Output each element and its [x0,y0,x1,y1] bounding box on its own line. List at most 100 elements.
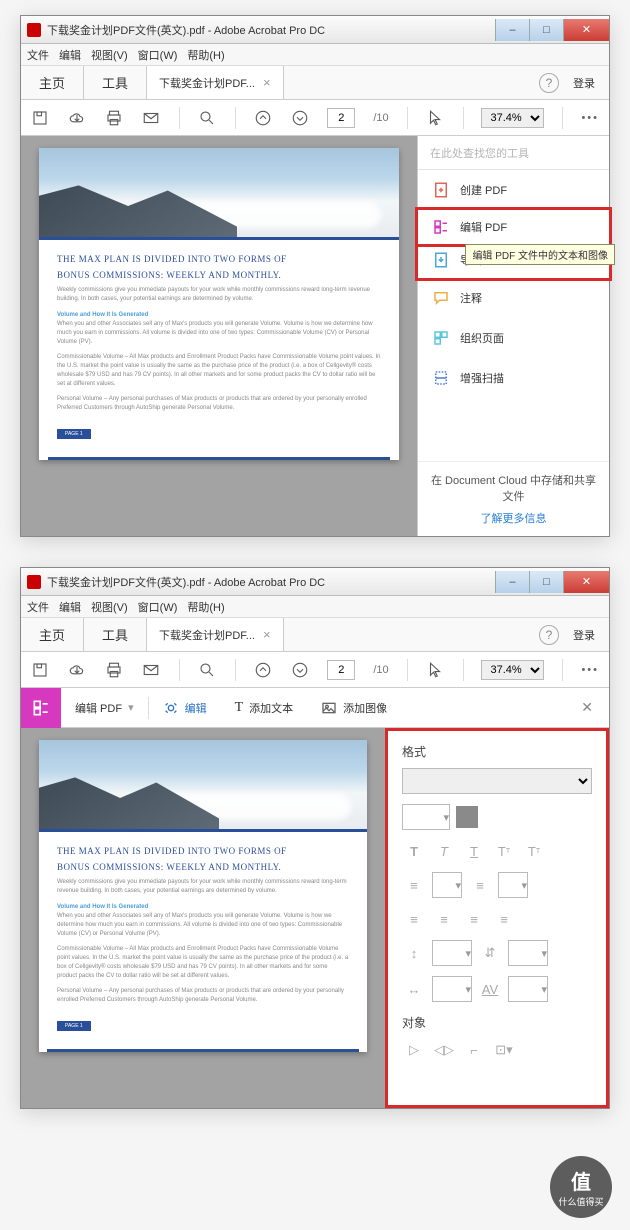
menu-edit[interactable]: 编辑 [59,47,81,63]
tool-comment[interactable]: 注释 [418,278,609,318]
page-number-input[interactable] [327,108,355,128]
watermark-text: 什么值得买 [558,1195,603,1208]
menu-window[interactable]: 窗口(W) [138,599,178,615]
app-icon [27,575,41,589]
maximize-button[interactable]: □ [529,19,563,41]
align-center-icon[interactable]: ≡ [432,908,456,930]
maximize-button[interactable]: □ [529,571,563,593]
pointer-icon[interactable] [426,660,445,680]
zoom-select[interactable]: 37.4% [481,108,544,128]
save-icon[interactable] [31,108,50,128]
subscript-icon[interactable]: TT [522,840,546,862]
align-right-icon[interactable]: ≡ [462,908,486,930]
page-down-icon[interactable] [290,108,309,128]
tool-organize-label: 组织页面 [460,330,504,346]
format-heading: 格式 [402,743,592,760]
char-spacing-icon[interactable]: AV [478,978,502,1000]
edit-pdf-title[interactable]: 编辑 PDF ▾ [61,688,148,727]
pointer-icon[interactable] [426,108,445,128]
bullet-list-icon[interactable]: ≡ [402,874,426,896]
tab-close-icon[interactable]: × [263,627,271,642]
line-spacing-icon[interactable]: ↕ [402,942,426,964]
print-icon[interactable] [105,660,124,680]
minimize-button[interactable]: – [495,19,529,41]
add-image-button[interactable]: 添加图像 [307,688,401,727]
menu-file[interactable]: 文件 [27,599,49,615]
tab-tools[interactable]: 工具 [84,66,147,99]
mail-icon[interactable] [142,660,161,680]
cloud-learn-more[interactable]: 了解更多信息 [426,510,601,526]
document-viewport[interactable]: THE MAX PLAN IS DIVIDED INTO TWO FORMS O… [21,136,417,536]
font-family-select[interactable] [402,768,592,794]
tab-document[interactable]: 下载奖金计划PDF... × [147,618,284,651]
tab-close-icon[interactable]: × [263,75,271,90]
mail-icon[interactable] [142,108,161,128]
flip-horizontal-icon[interactable]: ◁▷ [432,1039,456,1061]
help-icon[interactable]: ? [539,73,559,93]
font-size-select[interactable]: ▾ [402,804,450,830]
number-list-select[interactable]: ▾ [498,872,528,898]
horizontal-scale-select[interactable]: ▾ [432,976,472,1002]
tab-home[interactable]: 主页 [21,66,84,99]
number-list-icon[interactable]: ≡ [468,874,492,896]
more-tools-icon[interactable]: ••• [581,112,599,124]
paragraph-spacing-icon[interactable]: ⇵ [478,942,502,964]
close-edit-toolbar[interactable]: ✕ [565,699,609,716]
menu-window[interactable]: 窗口(W) [138,47,178,63]
page-number-input[interactable] [327,660,355,680]
more-tools-icon[interactable]: ••• [581,664,599,676]
login-link[interactable]: 登录 [573,75,595,91]
app-icon [27,23,41,37]
menu-bar: 文件 编辑 视图(V) 窗口(W) 帮助(H) [21,44,609,66]
login-link[interactable]: 登录 [573,627,595,643]
help-icon[interactable]: ? [539,625,559,645]
arrange-icon[interactable]: ⊡▾ [492,1039,516,1061]
underline-icon[interactable]: T [462,840,486,862]
page-up-icon[interactable] [254,108,273,128]
menu-edit[interactable]: 编辑 [59,599,81,615]
edit-pdf-tool-icon[interactable] [21,688,61,728]
menu-view[interactable]: 视图(V) [91,47,128,63]
save-icon[interactable] [31,660,50,680]
tab-document[interactable]: 下载奖金计划PDF... × [147,66,284,99]
edit-button[interactable]: 编辑 [149,688,221,727]
bullet-list-select[interactable]: ▾ [432,872,462,898]
search-icon[interactable] [198,108,217,128]
flip-vertical-icon[interactable]: ▷ [402,1039,426,1061]
tool-create-label: 创建 PDF [460,182,507,198]
zoom-select[interactable]: 37.4% [481,660,544,680]
char-spacing-select[interactable]: ▾ [508,976,548,1002]
line-spacing-select[interactable]: ▾ [432,940,472,966]
superscript-icon[interactable]: TT [492,840,516,862]
italic-icon[interactable]: T [432,840,456,862]
page-down-icon[interactable] [290,660,309,680]
crop-icon[interactable]: ⌐ [462,1039,486,1061]
tab-tools[interactable]: 工具 [84,618,147,651]
minimize-button[interactable]: – [495,571,529,593]
align-left-icon[interactable]: ≡ [402,908,426,930]
menu-file[interactable]: 文件 [27,47,49,63]
tools-search[interactable]: 在此处查找您的工具 [418,136,609,170]
menu-help[interactable]: 帮助(H) [187,599,224,615]
tool-create-pdf[interactable]: 创建 PDF [418,170,609,210]
bold-icon[interactable]: T [402,840,426,862]
print-icon[interactable] [105,108,124,128]
menu-view[interactable]: 视图(V) [91,599,128,615]
tool-organize[interactable]: 组织页面 [418,318,609,358]
close-button[interactable]: ✕ [563,571,609,593]
search-icon[interactable] [198,660,217,680]
page-up-icon[interactable] [254,660,273,680]
color-swatch[interactable] [456,806,478,828]
horizontal-scale-icon[interactable]: ↔ [402,978,426,1000]
tab-home[interactable]: 主页 [21,618,84,651]
close-button[interactable]: ✕ [563,19,609,41]
menu-help[interactable]: 帮助(H) [187,47,224,63]
watermark-char: 值 [571,1166,591,1195]
document-viewport[interactable]: THE MAX PLAN IS DIVIDED INTO TWO FORMS O… [21,728,385,1108]
paragraph-spacing-select[interactable]: ▾ [508,940,548,966]
cloud-icon[interactable] [68,660,87,680]
align-justify-icon[interactable]: ≡ [492,908,516,930]
add-text-button[interactable]: T 添加文本 [221,688,308,727]
tool-scan[interactable]: 增强扫描 [418,358,609,398]
cloud-icon[interactable] [68,108,87,128]
